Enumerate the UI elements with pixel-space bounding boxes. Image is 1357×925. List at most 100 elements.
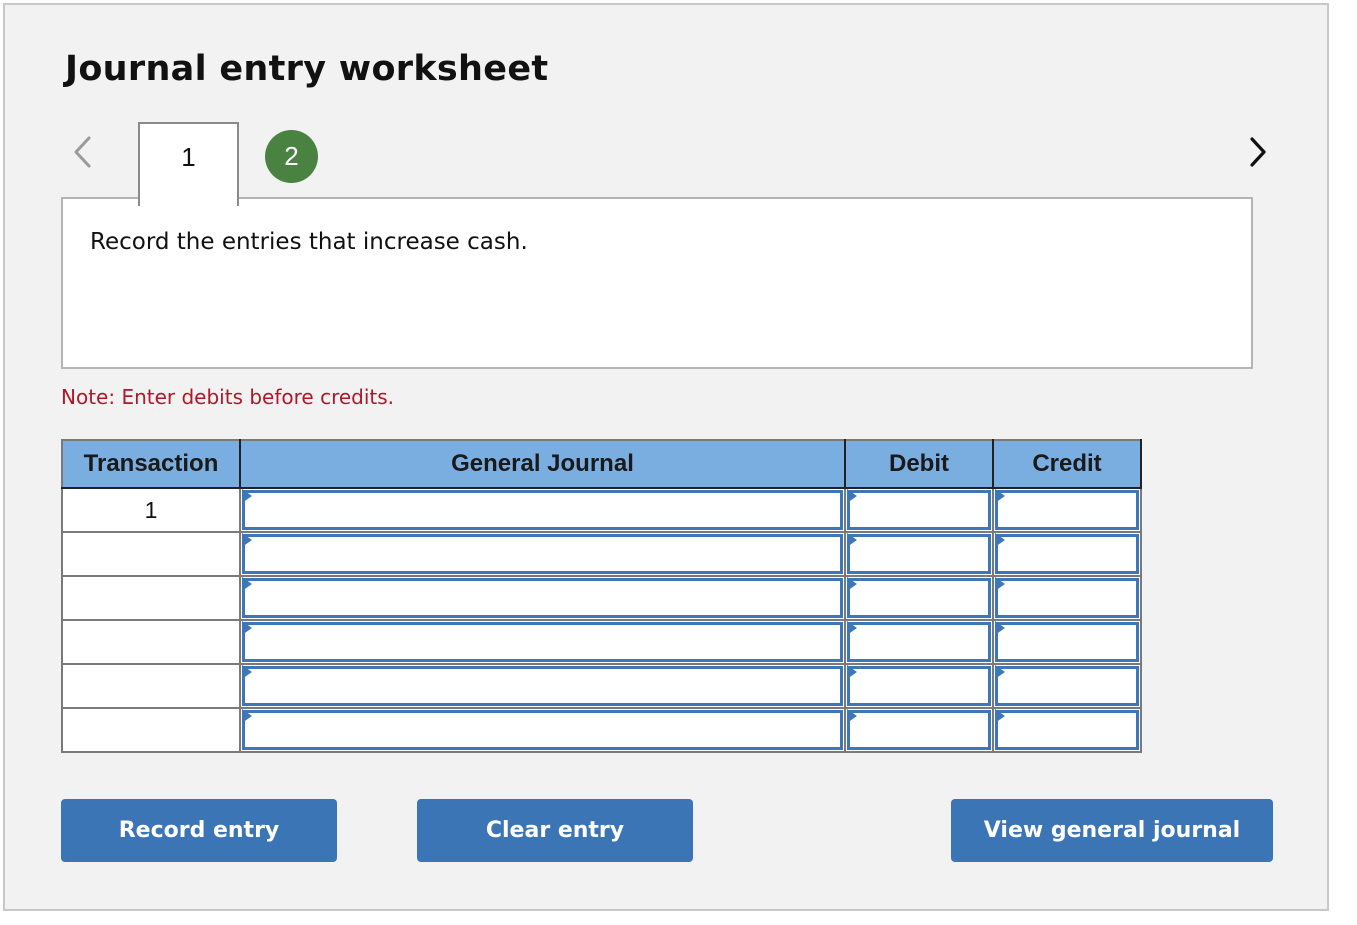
account-cell: [239, 575, 846, 621]
cell-marker-icon: [995, 533, 1005, 547]
credit-input-frame: [995, 534, 1139, 574]
next-button[interactable]: [1243, 130, 1273, 174]
transaction-cell: 1: [61, 487, 241, 533]
debit-input-frame: [847, 490, 991, 530]
cell-marker-icon: [242, 577, 252, 591]
column-header-debit: Debit: [844, 439, 994, 489]
debit-input[interactable]: [850, 581, 988, 615]
debit-input-frame: [847, 534, 991, 574]
credit-cell: [992, 487, 1142, 533]
chevron-left-icon: [74, 136, 91, 168]
account-dropdown-frame: [242, 490, 843, 530]
journal-table: Transaction General Journal Debit Credit…: [61, 439, 1142, 753]
cell-marker-icon: [242, 665, 252, 679]
table-row: [61, 707, 1142, 753]
cell-marker-icon: [995, 709, 1005, 723]
account-dropdown[interactable]: [245, 625, 840, 659]
cell-marker-icon: [995, 665, 1005, 679]
account-dropdown-frame: [242, 622, 843, 662]
cell-marker-icon: [847, 533, 857, 547]
record-entry-button[interactable]: Record entry: [61, 799, 337, 862]
account-dropdown-frame: [242, 666, 843, 706]
debit-input[interactable]: [850, 669, 988, 703]
debit-input[interactable]: [850, 713, 988, 747]
cell-marker-icon: [847, 709, 857, 723]
chevron-right-icon: [1250, 137, 1266, 167]
debit-input-frame: [847, 666, 991, 706]
account-dropdown[interactable]: [245, 669, 840, 703]
page-title: Journal entry worksheet: [65, 49, 549, 89]
account-dropdown-frame: [242, 534, 843, 574]
instruction-text: Record the entries that increase cash.: [90, 229, 528, 255]
account-dropdown[interactable]: [245, 537, 840, 571]
transaction-cell: [61, 619, 241, 665]
debit-cell: [844, 663, 994, 709]
table-row: [61, 575, 1142, 621]
column-header-transaction: Transaction: [61, 439, 241, 489]
credit-cell: [992, 531, 1142, 577]
tab-2[interactable]: 2: [265, 130, 318, 183]
instruction-box: Record the entries that increase cash.: [61, 197, 1253, 369]
debit-input-frame: [847, 578, 991, 618]
account-dropdown-frame: [242, 710, 843, 750]
debit-input[interactable]: [850, 625, 988, 659]
debit-input[interactable]: [850, 537, 988, 571]
table-row: [61, 531, 1142, 577]
tab-1[interactable]: 1: [138, 122, 239, 206]
account-cell: [239, 707, 846, 753]
cell-marker-icon: [995, 621, 1005, 635]
view-general-journal-button[interactable]: View general journal: [951, 799, 1273, 862]
debit-cell: [844, 575, 994, 621]
credit-input[interactable]: [998, 625, 1136, 659]
cell-marker-icon: [847, 489, 857, 503]
journal-body: 1: [61, 487, 1142, 753]
clear-entry-button[interactable]: Clear entry: [417, 799, 693, 862]
transaction-cell: [61, 707, 241, 753]
debit-cell: [844, 487, 994, 533]
account-dropdown-frame: [242, 578, 843, 618]
account-cell: [239, 531, 846, 577]
tab-2-label: 2: [284, 141, 299, 171]
table-header-row: Transaction General Journal Debit Credit: [61, 439, 1142, 489]
column-header-general-journal: General Journal: [239, 439, 846, 489]
credit-input[interactable]: [998, 493, 1136, 527]
cell-marker-icon: [847, 665, 857, 679]
debit-input-frame: [847, 710, 991, 750]
credit-cell: [992, 619, 1142, 665]
debit-cell: [844, 707, 994, 753]
table-row: [61, 619, 1142, 665]
note-text: Note: Enter debits before credits.: [61, 385, 395, 409]
credit-cell: [992, 663, 1142, 709]
transaction-cell: [61, 663, 241, 709]
credit-input-frame: [995, 578, 1139, 618]
tab-1-label: 1: [181, 142, 196, 172]
credit-input-frame: [995, 622, 1139, 662]
credit-input-frame: [995, 710, 1139, 750]
cell-marker-icon: [847, 621, 857, 635]
debit-cell: [844, 619, 994, 665]
account-dropdown[interactable]: [245, 713, 840, 747]
account-dropdown[interactable]: [245, 581, 840, 615]
account-cell: [239, 663, 846, 709]
column-header-credit: Credit: [992, 439, 1142, 489]
cell-marker-icon: [242, 533, 252, 547]
cell-marker-icon: [242, 489, 252, 503]
credit-input[interactable]: [998, 669, 1136, 703]
account-cell: [239, 487, 846, 533]
credit-input[interactable]: [998, 713, 1136, 747]
transaction-cell: [61, 575, 241, 621]
account-cell: [239, 619, 846, 665]
table-row: 1: [61, 487, 1142, 533]
table-row: [61, 663, 1142, 709]
cell-marker-icon: [242, 709, 252, 723]
credit-input[interactable]: [998, 581, 1136, 615]
credit-input[interactable]: [998, 537, 1136, 571]
debit-cell: [844, 531, 994, 577]
credit-input-frame: [995, 490, 1139, 530]
cell-marker-icon: [995, 489, 1005, 503]
account-dropdown[interactable]: [245, 493, 840, 527]
previous-button[interactable]: [67, 130, 97, 174]
transaction-cell: [61, 531, 241, 577]
debit-input-frame: [847, 622, 991, 662]
debit-input[interactable]: [850, 493, 988, 527]
